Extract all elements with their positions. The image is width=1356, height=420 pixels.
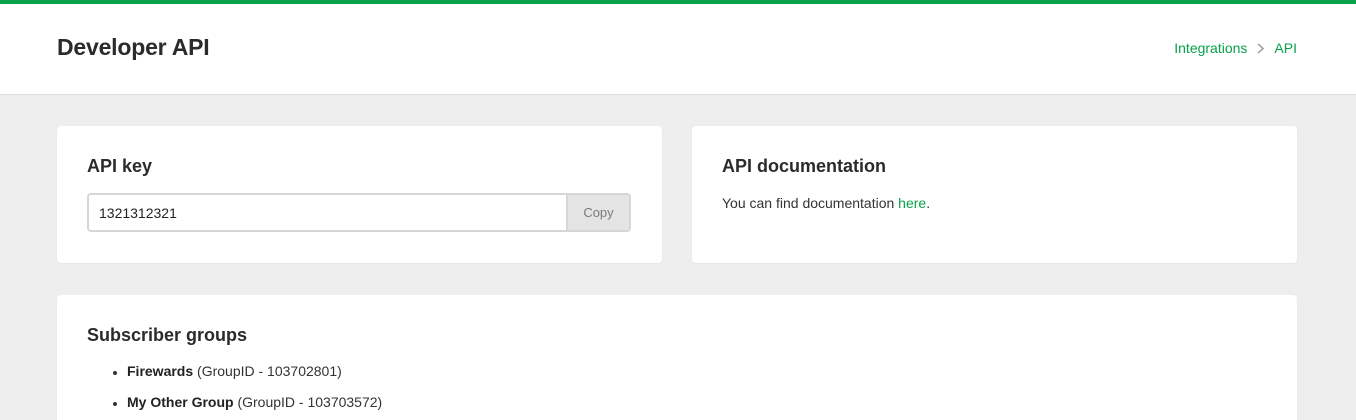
api-docs-title: API documentation [722,156,887,176]
breadcrumb: Integrations API [1174,40,1297,56]
chevron-right-icon [1257,42,1265,54]
api-key-field[interactable] [89,195,566,230]
breadcrumb-integrations[interactable]: Integrations [1174,40,1247,56]
api-key-card: API key Copy [57,126,662,263]
group-list: Firewards (GroupID - 103702801) My Other… [127,363,382,420]
docs-text-after: . [926,195,931,211]
list-item: My Other Group (GroupID - 103703572) [127,394,382,410]
copy-button[interactable]: Copy [566,195,629,230]
page-header: Developer API Integrations API [0,4,1356,95]
group-id: (GroupID - 103703572) [237,394,383,410]
group-id: (GroupID - 103702801) [197,363,342,379]
subscriber-groups-title: Subscriber groups [87,325,248,345]
api-key-input-group: Copy [87,193,631,232]
group-name: My Other Group [127,394,234,410]
group-name: Firewards [127,363,194,379]
docs-text: You can find documentation here. [722,195,930,211]
breadcrumb-api[interactable]: API [1274,40,1297,56]
docs-text-before: You can find documentation [722,195,899,211]
api-docs-card: API documentation You can find documenta… [692,126,1297,263]
subscriber-groups-card: Subscriber groups Firewards (GroupID - 1… [57,295,1297,420]
page-title: Developer API [57,34,210,60]
list-item: Firewards (GroupID - 103702801) [127,363,382,379]
api-key-title: API key [87,156,153,176]
docs-link[interactable]: here [898,195,926,211]
